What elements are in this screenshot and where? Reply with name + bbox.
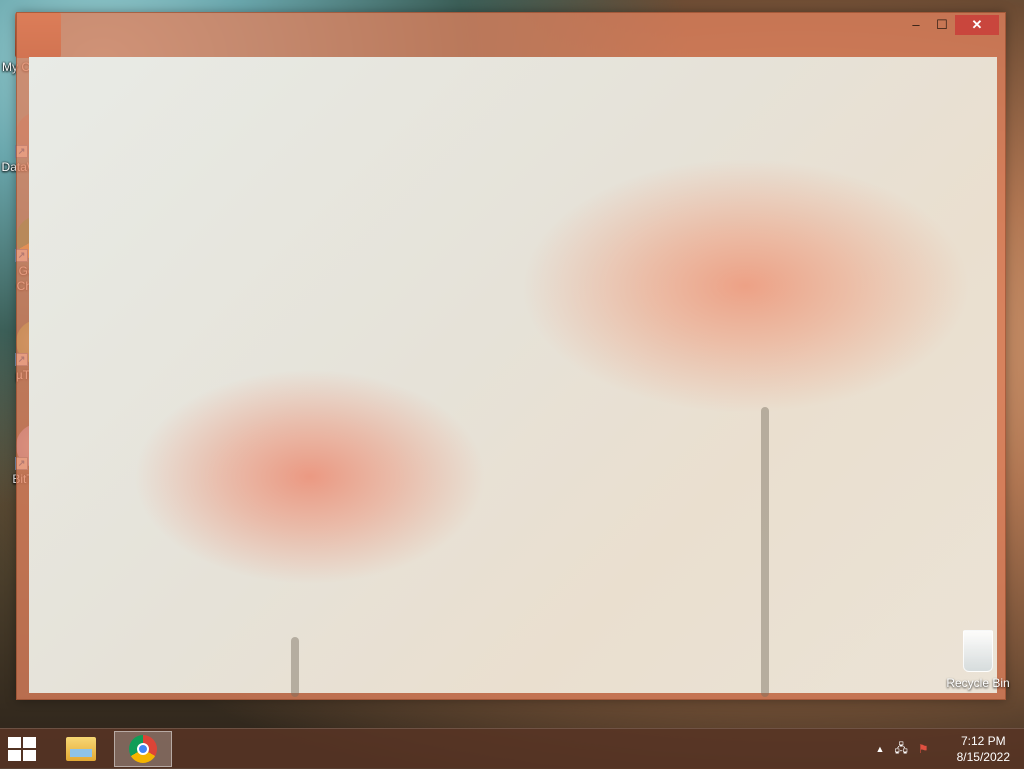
start-button[interactable] (8, 737, 38, 761)
recycle-bin-icon (963, 630, 993, 672)
windows-logo-pane (8, 737, 21, 748)
show-hidden-icons-icon[interactable]: ▲ (876, 744, 885, 754)
clock-date: 8/15/2022 (956, 750, 1010, 764)
chrome-icon (129, 735, 157, 763)
tulip-stem (291, 637, 299, 697)
taskbar-clock[interactable]: 7:12 PM 8/15/2022 (957, 733, 1010, 765)
window-content (29, 57, 997, 697)
taskbar-file-explorer[interactable] (54, 731, 108, 767)
windows-logo-pane (8, 750, 21, 761)
system-tray: ▲ 🖧 ⚑ 7:12 PM 8/15/2022 (876, 729, 1010, 769)
network-icon[interactable]: 🖧 (894, 739, 907, 760)
minimize-button[interactable]: – (903, 15, 929, 35)
close-button[interactable]: ✕ (955, 15, 999, 35)
taskbar-chrome[interactable] (114, 731, 172, 767)
desktop-icon-label: Recycle Bin (946, 676, 1010, 690)
action-center-icon[interactable]: ⚑ (918, 742, 929, 756)
windows-logo-pane (23, 750, 36, 761)
desktop-icon-recycle-bin[interactable]: Recycle Bin (940, 630, 1016, 690)
clock-time: 7:12 PM (960, 734, 1006, 748)
window-controls: – ☐ ✕ (903, 15, 999, 35)
app-window[interactable]: – ☐ ✕ (16, 12, 1006, 700)
maximize-button[interactable]: ☐ (929, 15, 955, 35)
tulip-stem (761, 407, 769, 697)
folder-icon (66, 737, 96, 761)
taskbar: ▲ 🖧 ⚑ 7:12 PM 8/15/2022 (0, 728, 1024, 769)
windows-logo-pane (23, 737, 36, 748)
